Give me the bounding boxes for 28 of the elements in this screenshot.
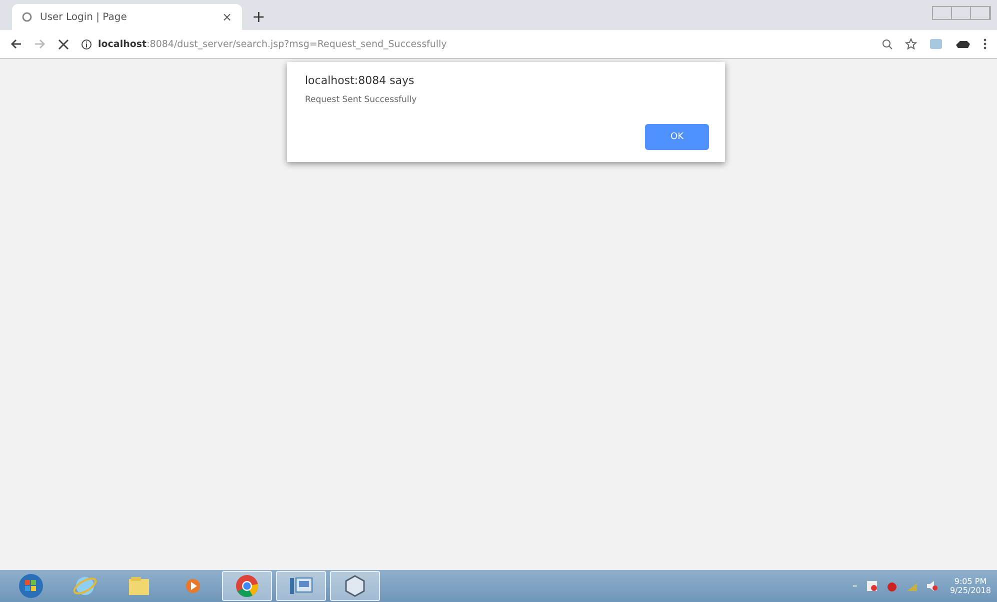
chrome-icon[interactable] — [234, 573, 260, 599]
info-icon[interactable] — [81, 38, 92, 50]
back-icon[interactable] — [10, 38, 22, 50]
play-icon[interactable] — [183, 576, 203, 596]
close-tab-button[interactable]: × — [222, 10, 232, 24]
start-orb-icon[interactable] — [16, 573, 46, 599]
window-icon[interactable] — [288, 575, 314, 597]
clock-date: 9/25/2018 — [950, 586, 991, 595]
dialog-message: Request Sent Successfully — [305, 95, 418, 105]
menu-icon[interactable] — [983, 38, 987, 50]
taskbar-button[interactable] — [222, 571, 272, 601]
taskbar-button[interactable] — [330, 571, 380, 601]
forward-icon[interactable] — [34, 38, 46, 50]
browser-tab[interactable]: User Login | Page × — [12, 4, 242, 30]
loading-icon — [22, 12, 32, 22]
volume-icon[interactable] — [926, 580, 938, 592]
star-icon[interactable] — [905, 38, 917, 50]
url-text[interactable]: localhost:8084/dust_server/search.jsp?msg=Request_send_Successfully — [98, 38, 447, 50]
clock-time: 9:05 PM — [954, 577, 987, 586]
dialog-title: localhost:8084 says — [305, 74, 416, 87]
stop-icon[interactable] — [58, 38, 69, 50]
extension-icon[interactable] — [955, 39, 971, 49]
new-tab-button[interactable]: + — [252, 7, 266, 26]
folder-icon[interactable] — [126, 574, 152, 598]
tab-title: User Login | Page — [40, 12, 128, 22]
taskbar-button[interactable] — [276, 571, 326, 601]
zoom-icon[interactable] — [882, 38, 893, 50]
cube-icon[interactable] — [343, 574, 367, 598]
